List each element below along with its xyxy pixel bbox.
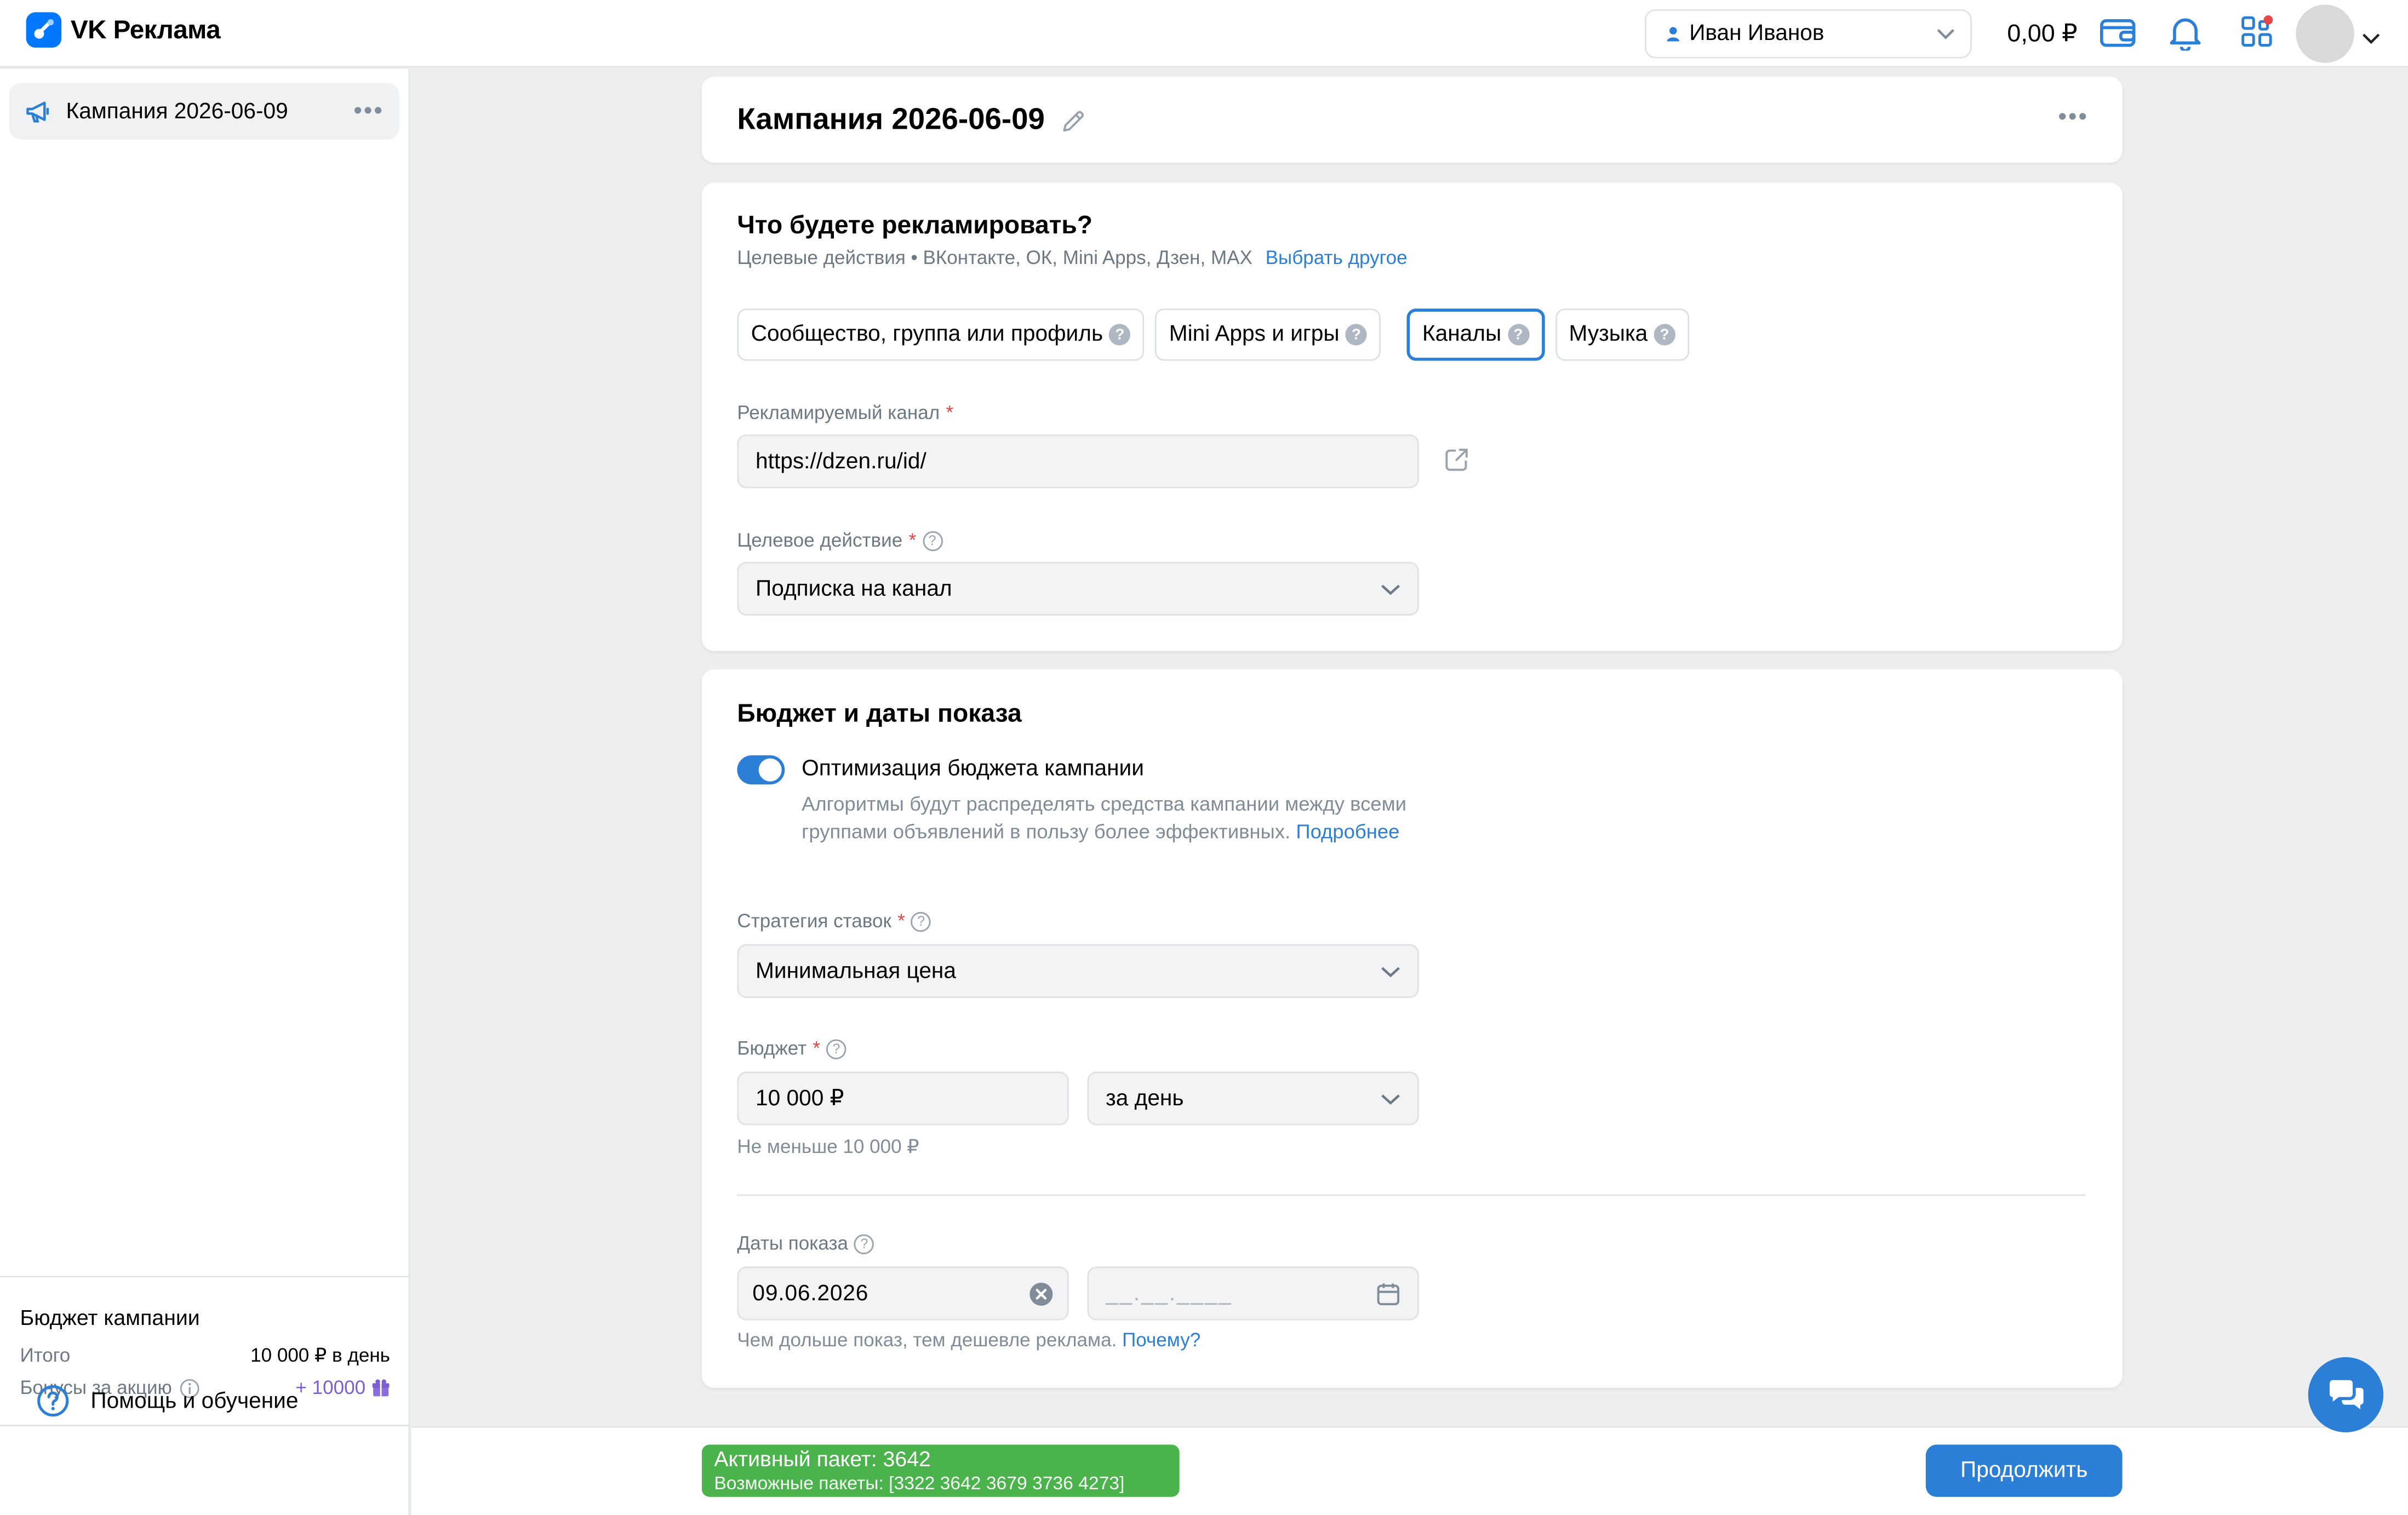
balance: 0,00 ₽ xyxy=(2007,21,2078,48)
choose-other-link[interactable]: Выбрать другое xyxy=(1266,247,1408,268)
help-circle-icon xyxy=(37,1385,69,1417)
continue-button[interactable]: Продолжить xyxy=(1925,1444,2123,1497)
chip-label: Каналы xyxy=(1422,322,1502,347)
chevron-down-icon xyxy=(1381,584,1400,594)
budget-summary-title: Бюджет кампании xyxy=(20,1305,200,1330)
account-selector[interactable]: Иван Иванов xyxy=(1644,9,1972,59)
more-link[interactable]: Подробнее xyxy=(1296,819,1399,842)
start-date-value: 09.06.2026 xyxy=(752,1281,869,1306)
promote-card: Что будете рекламировать? Целевые действ… xyxy=(701,182,2123,651)
chip-channels[interactable]: Каналы ? xyxy=(1406,308,1545,361)
page-title: Кампания 2026-06-09 xyxy=(737,102,1045,137)
budget-label: Бюджет xyxy=(737,1037,807,1060)
avatar[interactable] xyxy=(2296,4,2354,63)
question-icon[interactable]: ? xyxy=(1109,324,1131,346)
budget-amount-value: 10 000 ₽ xyxy=(756,1086,844,1111)
promote-title: Что будете рекламировать? xyxy=(737,211,1093,240)
total-value: 10 000 ₽ в день xyxy=(250,1345,390,1367)
external-link-icon[interactable] xyxy=(1444,447,1470,481)
chevron-down-icon xyxy=(1381,1093,1400,1104)
question-icon[interactable]: ? xyxy=(911,911,931,931)
sidebar-item-campaign[interactable]: Кампания 2026-06-09 ••• xyxy=(9,83,399,140)
help-link[interactable]: Помощь и обучение xyxy=(37,1385,299,1417)
sidebar-item-label: Кампания 2026-06-09 xyxy=(66,99,288,124)
end-date-input[interactable]: __.__.____ xyxy=(1087,1266,1419,1321)
why-link[interactable]: Почему? xyxy=(1122,1329,1200,1351)
bid-strategy-value: Минимальная цена xyxy=(756,959,957,984)
campaign-more-icon[interactable]: ••• xyxy=(2058,105,2089,132)
promote-type-chips: Сообщество, группа или профиль ? Mini Ap… xyxy=(737,308,1689,361)
bonus-value: + 10000 xyxy=(295,1377,366,1399)
chat-icon xyxy=(2329,1379,2363,1409)
action-label: Целевое действие xyxy=(737,530,903,552)
budget-hint: Не меньше 10 000 ₽ xyxy=(737,1136,919,1158)
required-asterisk: * xyxy=(813,1037,821,1060)
sidebar: Кампания 2026-06-09 ••• Бюджет кампании … xyxy=(0,69,410,1515)
channel-url-input[interactable]: https://dzen.ru/id/ xyxy=(737,434,1419,489)
chip-music[interactable]: Музыка ? xyxy=(1555,308,1689,361)
bell-icon[interactable] xyxy=(2169,15,2203,58)
chip-label: Сообщество, группа или профиль xyxy=(751,322,1103,347)
active-package: Активный пакет: 3642 xyxy=(714,1446,931,1471)
question-icon[interactable]: ? xyxy=(826,1038,846,1059)
budget-title: Бюджет и даты показа xyxy=(737,700,1022,728)
top-header: VK Реклама Иван Иванов 0,00 ₽ xyxy=(0,0,2408,68)
chip-label: Mini Apps и игры xyxy=(1169,322,1340,347)
wallet-icon[interactable] xyxy=(2100,15,2136,57)
package-badge: Активный пакет: 3642 Возможные пакеты: [… xyxy=(701,1444,1180,1497)
promote-subtitle: Целевые действия • ВКонтакте, ОК, Mini A… xyxy=(737,247,1252,269)
optimization-title: Оптимизация бюджета кампании xyxy=(802,756,1144,782)
help-label: Помощь и обучение xyxy=(90,1388,299,1414)
budget-period-select[interactable]: за день xyxy=(1087,1071,1419,1126)
dates-label: Даты показа xyxy=(737,1232,849,1254)
user-icon xyxy=(1667,27,1679,42)
clear-icon[interactable] xyxy=(1029,1281,1054,1306)
required-asterisk: * xyxy=(908,530,917,552)
strategy-label: Стратегия ставок xyxy=(737,910,891,932)
question-icon[interactable]: ? xyxy=(1345,324,1368,346)
chevron-down-icon xyxy=(1937,29,1954,39)
total-label: Итого xyxy=(20,1344,71,1366)
possible-packages: Возможные пакеты: [3322 3642 3679 3736 4… xyxy=(714,1472,1125,1494)
divider xyxy=(737,1194,2086,1196)
calendar-icon[interactable] xyxy=(1376,1281,1400,1306)
bid-strategy-select[interactable]: Минимальная цена xyxy=(737,944,1419,998)
chip-label: Музыка xyxy=(1569,322,1648,347)
dates-hint: Чем дольше показ, тем дешевле реклама. xyxy=(737,1329,1117,1351)
required-asterisk: * xyxy=(946,402,954,424)
start-date-input[interactable]: 09.06.2026 xyxy=(737,1266,1069,1321)
app-title: VK Реклама xyxy=(70,14,221,44)
vk-ads-logo[interactable]: VK Реклама xyxy=(26,12,221,48)
chevron-down-icon xyxy=(1381,966,1400,977)
apps-grid-icon[interactable] xyxy=(2240,15,2274,57)
question-icon[interactable]: ? xyxy=(1507,324,1529,346)
target-action-select[interactable]: Подписка на канал xyxy=(737,561,1419,616)
question-icon[interactable]: ? xyxy=(854,1233,874,1254)
pencil-icon[interactable] xyxy=(1062,108,1086,133)
budget-card: Бюджет и даты показа Оптимизация бюджета… xyxy=(701,669,2123,1388)
channel-label: Рекламируемый канал xyxy=(737,402,940,424)
more-icon[interactable]: ••• xyxy=(353,97,384,125)
megaphone-icon xyxy=(26,101,49,122)
channel-url-value: https://dzen.ru/id/ xyxy=(756,449,926,474)
question-icon[interactable]: ? xyxy=(922,530,942,550)
budget-optimization-toggle[interactable] xyxy=(737,755,785,785)
required-asterisk: * xyxy=(897,910,905,932)
budget-period-value: за день xyxy=(1106,1086,1184,1111)
question-icon[interactable]: ? xyxy=(1654,324,1675,346)
gift-icon xyxy=(372,1379,390,1397)
avatar-chevron-down-icon[interactable] xyxy=(2362,25,2381,52)
target-action-value: Подписка на канал xyxy=(756,576,952,601)
chip-mini-apps[interactable]: Mini Apps и игры ? xyxy=(1155,308,1381,361)
budget-amount-input[interactable]: 10 000 ₽ xyxy=(737,1071,1069,1126)
account-name: Иван Иванов xyxy=(1689,21,1824,47)
end-date-placeholder: __.__.____ xyxy=(1106,1281,1233,1306)
vk-ads-logo-icon xyxy=(26,12,62,48)
campaign-title-card: Кампания 2026-06-09 ••• xyxy=(701,77,2123,163)
chat-button[interactable] xyxy=(2308,1357,2384,1433)
chip-community[interactable]: Сообщество, группа или профиль ? xyxy=(737,308,1145,361)
